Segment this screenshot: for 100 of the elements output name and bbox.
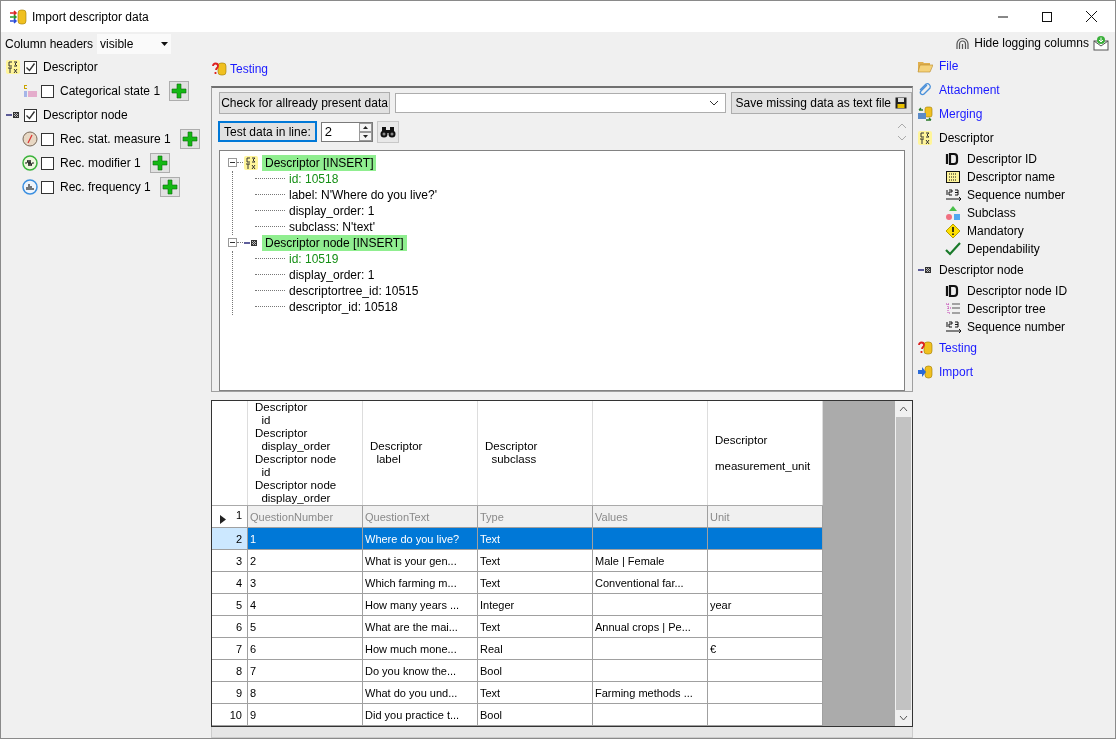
mail-download-icon[interactable]	[1093, 35, 1109, 51]
row-number: 3	[235, 554, 242, 567]
table-cell: 9	[250, 708, 257, 721]
tree-item-label[interactable]: Rec. frequency 1	[60, 180, 151, 194]
collapse-icon[interactable]	[228, 158, 237, 168]
table-cell: Integer	[480, 598, 515, 611]
row-header[interactable]: 8	[212, 659, 248, 682]
checkbox[interactable]	[41, 84, 54, 98]
row-header[interactable]: 6	[212, 615, 248, 638]
scroll-up-icon[interactable]	[899, 406, 908, 412]
maximize-icon[interactable]	[1042, 11, 1052, 22]
field-label[interactable]: Dependability	[967, 242, 1040, 256]
field-label[interactable]: Mandatory	[967, 224, 1024, 238]
field-label[interactable]: Descriptor ID	[967, 152, 1037, 166]
table-cell: Do you know the...	[365, 664, 457, 677]
checkbox[interactable]	[41, 132, 54, 146]
tree-item-label[interactable]: Categorical state 1	[60, 84, 161, 98]
row-header[interactable]: 9	[212, 681, 248, 704]
formula-icon	[243, 154, 259, 171]
line-number-field[interactable]: 2	[320, 121, 373, 142]
table-cell: Which farming m...	[365, 576, 457, 589]
field-label[interactable]: Descriptor node ID	[967, 284, 1068, 298]
field-label[interactable]: Descriptor name	[967, 170, 1056, 184]
field-label[interactable]: Subclass	[967, 206, 1016, 220]
spin-up-icon[interactable]	[358, 122, 372, 132]
field-value-text: id: 10519	[289, 251, 339, 266]
table-cell: What are the mai...	[365, 620, 458, 633]
column-header[interactable]: Descriptor label	[362, 401, 478, 506]
paperclip-icon	[917, 82, 933, 98]
table-cell: Text	[480, 620, 501, 633]
row-header[interactable]: 1	[212, 505, 248, 528]
tree-item-label[interactable]: Descriptor node	[43, 108, 128, 122]
row-header[interactable]: 4	[212, 571, 248, 594]
column-header[interactable]: Descriptor measurement_unit	[707, 401, 823, 506]
row-header[interactable]: 7	[212, 637, 248, 660]
column-header[interactable]: Descriptor id Descriptor display_order Descriptor node id Descriptor node display_order	[247, 401, 363, 506]
row-header[interactable]: 2	[212, 527, 248, 550]
formula-icon	[5, 59, 21, 75]
checkbox[interactable]	[41, 156, 54, 170]
table-cell: 1	[250, 532, 257, 545]
row-number: 6	[235, 620, 242, 633]
table-cell: Bool	[480, 664, 503, 677]
nav-link[interactable]: File	[939, 59, 959, 73]
nav-link[interactable]: Merging	[939, 107, 983, 121]
table-cell: QuestionNumber	[250, 510, 334, 523]
chevron-down-icon	[708, 100, 719, 106]
scroll-down-icon[interactable]	[899, 715, 908, 721]
table-cell: Where do you live?	[365, 532, 460, 545]
checkbox[interactable]	[41, 180, 54, 194]
table-cell: Annual crops | Pe...	[595, 620, 691, 633]
table-cell: Conventional far...	[595, 576, 684, 589]
add-button[interactable]	[169, 81, 190, 101]
row-number: 2	[235, 532, 242, 545]
nav-link[interactable]: Import	[939, 365, 973, 379]
tree-item-label[interactable]: Rec. stat. measure 1	[60, 132, 171, 146]
check-button[interactable]: Check for allready present data	[219, 92, 390, 114]
table-cell: Unit	[710, 510, 730, 523]
question-database-icon	[917, 340, 933, 356]
spin-down-icon[interactable]	[358, 131, 372, 141]
test-line-button[interactable]: Test data in line:	[218, 121, 317, 143]
table-cell: What is your gen...	[365, 554, 457, 567]
field-value-text: subclass: N'text'	[289, 219, 375, 234]
close-icon[interactable]	[1086, 11, 1097, 22]
hide-logging-label[interactable]: Hide logging columns	[974, 36, 1089, 50]
binoculars-button[interactable]	[376, 120, 399, 143]
column-header[interactable]: Descriptor subclass	[477, 401, 593, 506]
table-cell: What do you und...	[365, 686, 458, 699]
tree-item-label[interactable]: Descriptor	[43, 60, 98, 74]
app-icon	[9, 7, 27, 26]
add-button[interactable]	[149, 153, 170, 173]
vertical-scrollbar[interactable]	[895, 401, 912, 726]
tree-item-label[interactable]: Rec. modifier 1	[60, 156, 141, 170]
add-button[interactable]	[159, 177, 180, 197]
field-label[interactable]: Sequence number	[967, 188, 1066, 202]
field-label[interactable]: Descriptor tree	[967, 302, 1046, 316]
nav-link[interactable]: Testing	[939, 341, 978, 355]
import-icon	[917, 364, 933, 380]
table-cell: Real	[480, 642, 503, 655]
testing-link[interactable]: Testing	[230, 62, 269, 76]
tree-list-icon	[945, 302, 961, 316]
field-label[interactable]: Sequence number	[967, 320, 1066, 334]
field-value-text: label: N'Where do you live?'	[289, 187, 437, 202]
section-heading: Descriptor	[939, 131, 994, 145]
horizontal-scrollbar[interactable]	[211, 727, 913, 738]
collapse-icon[interactable]	[228, 238, 237, 248]
checkbox[interactable]	[24, 108, 37, 122]
table-cell: Bool	[480, 708, 503, 721]
table-cell: Text	[480, 576, 501, 589]
warning-icon	[945, 223, 961, 239]
row-header[interactable]: 5	[212, 593, 248, 616]
save-button[interactable]: Save missing data as text file	[730, 92, 912, 114]
row-header[interactable]: 3	[212, 549, 248, 572]
row-header[interactable]: 10	[212, 703, 248, 726]
column-headers-dropdown[interactable]: visible	[97, 34, 172, 54]
add-button[interactable]	[179, 129, 200, 149]
checkbox[interactable]	[24, 60, 37, 74]
name-card-icon	[945, 170, 961, 184]
tree-node-label[interactable]: Descriptor node [INSERT]	[262, 234, 407, 251]
tree-node-label[interactable]: Descriptor [INSERT]	[262, 154, 377, 171]
nav-link[interactable]: Attachment	[939, 83, 1000, 97]
